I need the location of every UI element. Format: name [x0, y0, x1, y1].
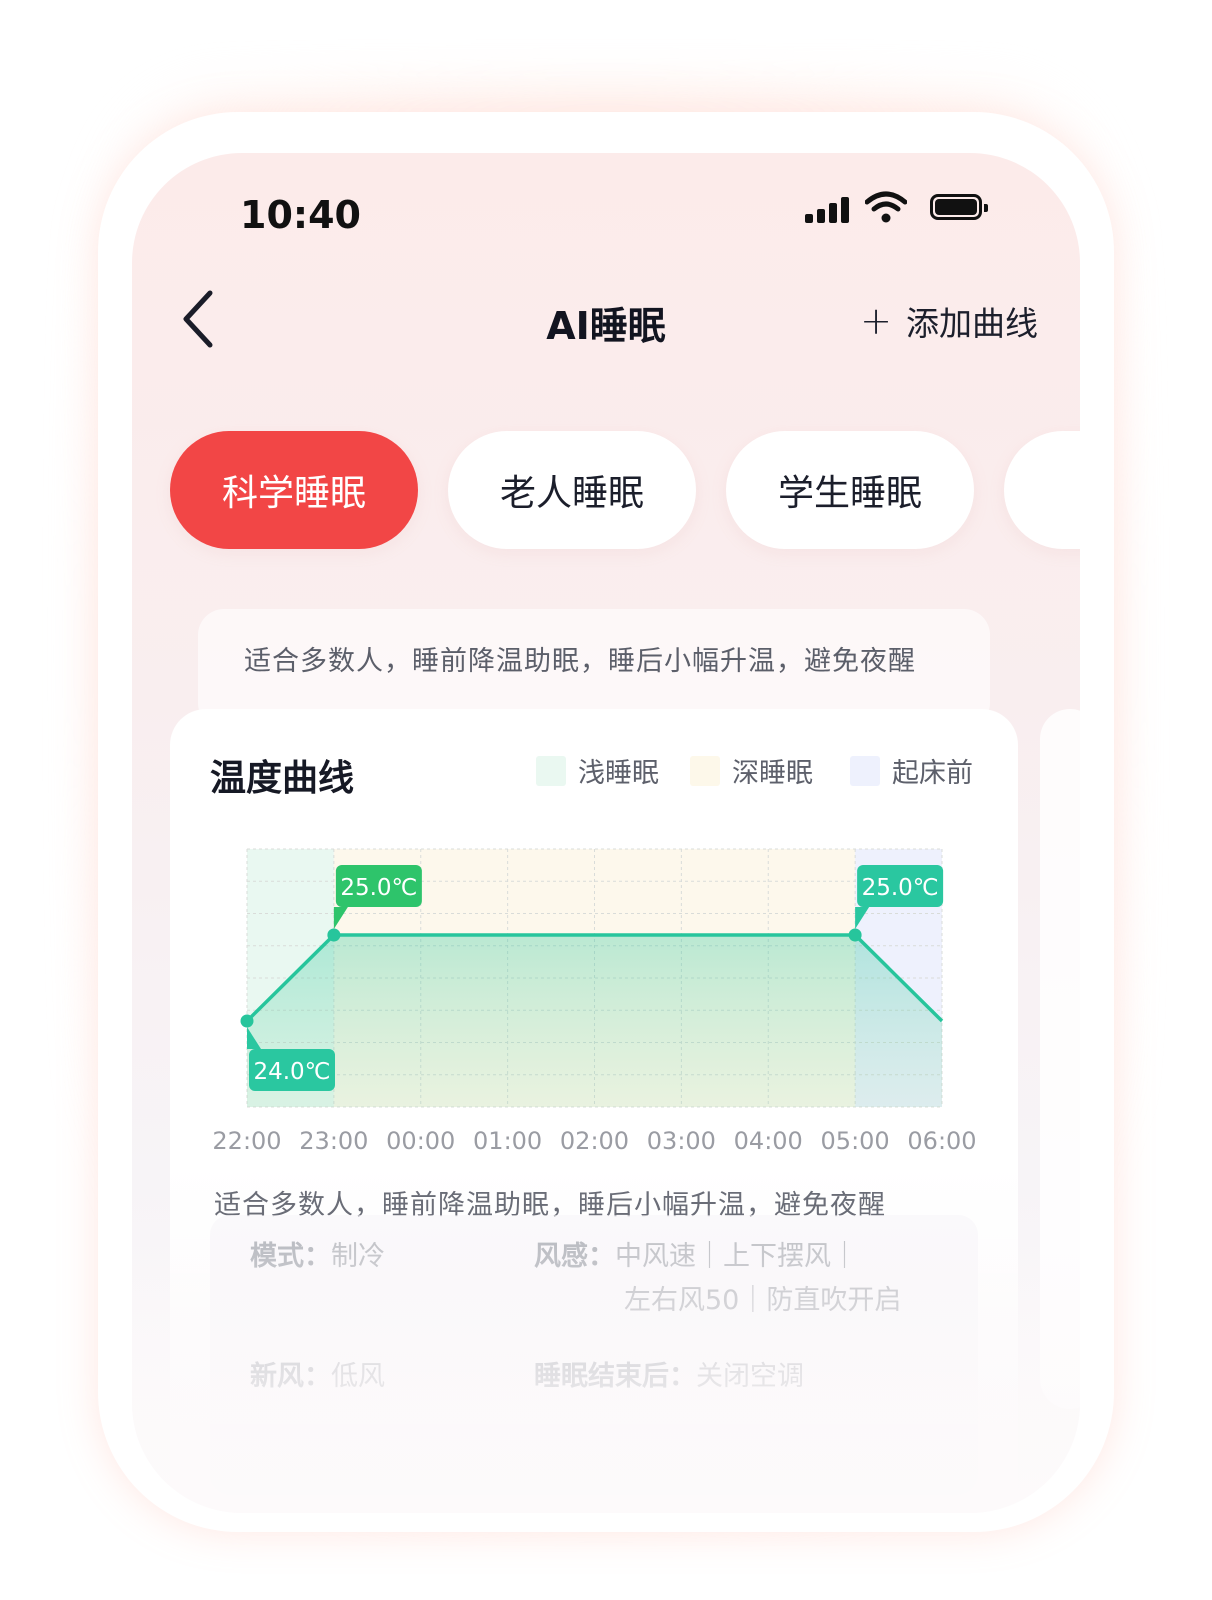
add-curve-label: 添加曲线: [906, 304, 1038, 343]
data-point: [327, 928, 341, 942]
x-tick-label: 23:00: [299, 1127, 369, 1155]
x-tick-label: 04:00: [733, 1127, 803, 1155]
battery-icon: [930, 194, 988, 220]
fresh-air-setting: 新风：低风: [250, 1361, 385, 1392]
plus-icon: +: [860, 299, 892, 343]
x-tick-label: 06:00: [907, 1127, 977, 1155]
x-axis: 22:00 23:00 00:00 01:00 02:00 03:00 04:00 05:00…: [170, 1127, 1018, 1167]
tab-elderly-sleep[interactable]: 老人睡眠: [448, 431, 696, 549]
wifi-icon: [865, 191, 907, 223]
tab-science-sleep[interactable]: 科学睡眠: [170, 431, 418, 549]
data-point: [848, 928, 862, 942]
status-time: 10:40: [240, 193, 361, 237]
phone-screen: 10:40 AI睡眠 + 添加曲线 科学睡眠 老人睡眠 学生睡眠 老 适合多数人…: [132, 153, 1080, 1513]
x-tick-label: 00:00: [386, 1127, 456, 1155]
temperature-label-text: 24.0℃: [253, 1059, 330, 1085]
x-tick-label: 05:00: [820, 1127, 890, 1155]
x-tick-label: 03:00: [646, 1127, 716, 1155]
wind-setting: 风感：中风速｜上下摆风｜: [534, 1241, 858, 1272]
add-curve-button[interactable]: + 添加曲线: [860, 297, 1038, 345]
temperature-label-text: 25.0℃: [340, 875, 417, 901]
wind-setting-line2: 左右风50｜防直吹开启: [624, 1285, 902, 1316]
x-tick-label: 02:00: [559, 1127, 630, 1155]
settings-summary: 模式：制冷 风感：中风速｜上下摆风｜ 左右风50｜防直吹开启 新风：低风 睡眠结…: [210, 1215, 978, 1495]
tab-next[interactable]: 老: [1004, 431, 1080, 549]
temperature-curve-card[interactable]: 温度曲线 浅睡眠 深睡眠 起床前 24.0℃ 25.0℃ 25.0℃ 22:00…: [170, 709, 1018, 1513]
mode-setting: 模式：制冷: [250, 1241, 385, 1272]
mode-tabs: 科学睡眠 老人睡眠 学生睡眠 老: [170, 431, 1080, 549]
x-tick-label: 22:00: [212, 1127, 282, 1155]
signal-icon: [805, 195, 851, 223]
data-point: [240, 1014, 254, 1028]
description-text: 适合多数人，睡前降温助眠，睡后小幅升温，避免夜醒: [244, 646, 916, 677]
temperature-area: [247, 935, 942, 1107]
after-sleep-setting: 睡眠结束后：关闭空调: [534, 1361, 804, 1392]
x-tick-label: 01:00: [473, 1127, 543, 1155]
temperature-label-text: 25.0℃: [862, 875, 939, 901]
next-curve-card[interactable]: [1040, 709, 1080, 1409]
temperature-chart: 24.0℃ 25.0℃ 25.0℃: [240, 848, 944, 1108]
tab-student-sleep[interactable]: 学生睡眠: [726, 431, 974, 549]
